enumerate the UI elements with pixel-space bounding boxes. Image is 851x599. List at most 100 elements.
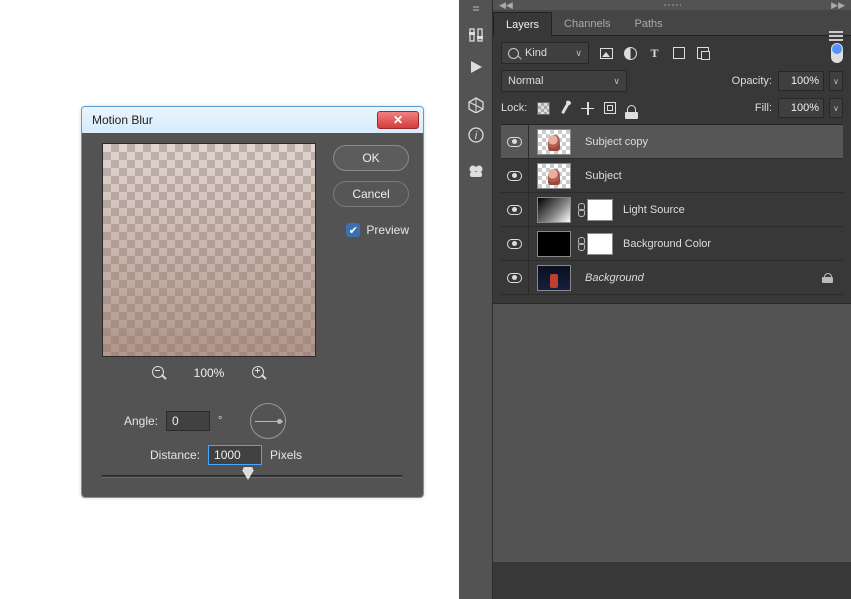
visibility-toggle[interactable] bbox=[501, 261, 529, 294]
panel-grip-bar[interactable]: ◀◀ ▶▶ bbox=[493, 0, 851, 10]
angle-input[interactable] bbox=[166, 411, 210, 431]
motion-blur-dialog: Motion Blur ✕ 100% OK Cancel ✔ Preview A… bbox=[81, 106, 424, 498]
panel-empty-area bbox=[493, 303, 851, 562]
info-panel-icon[interactable]: i bbox=[467, 126, 485, 144]
blend-mode-dropdown[interactable]: Normal ∨ bbox=[501, 70, 627, 92]
layer-name[interactable]: Subject copy bbox=[585, 136, 843, 148]
clone-source-panel-icon[interactable] bbox=[467, 162, 485, 180]
close-icon: ✕ bbox=[393, 113, 403, 127]
lock-transparency-icon[interactable] bbox=[535, 100, 552, 117]
dialog-body: 100% OK Cancel ✔ Preview Angle: ° Distan… bbox=[82, 133, 423, 497]
zoom-out-icon[interactable] bbox=[152, 366, 166, 380]
slider-thumb[interactable] bbox=[242, 470, 254, 480]
zoom-controls: 100% bbox=[102, 361, 316, 385]
fill-label: Fill: bbox=[755, 102, 772, 114]
angle-row: Angle: ° bbox=[124, 403, 286, 439]
collapsed-panel-strip: i bbox=[459, 0, 493, 599]
layer-row[interactable]: Background Color bbox=[501, 227, 843, 261]
blend-mode-value: Normal bbox=[508, 75, 543, 87]
link-icon[interactable] bbox=[577, 237, 585, 251]
layer-row[interactable]: Light Source bbox=[501, 193, 843, 227]
lock-artboard-icon[interactable] bbox=[601, 100, 618, 117]
visibility-toggle[interactable] bbox=[501, 227, 529, 260]
close-button[interactable]: ✕ bbox=[377, 111, 419, 129]
visibility-toggle[interactable] bbox=[501, 125, 529, 158]
lock-label: Lock: bbox=[501, 102, 527, 114]
mask-thumbnail[interactable] bbox=[587, 199, 613, 221]
panel-dock: i ◀◀ ▶▶ Layers Channels Paths Kind ∨ bbox=[459, 0, 851, 599]
eye-icon bbox=[507, 205, 522, 215]
filter-type-icons: T bbox=[599, 46, 710, 61]
preview-checkbox-row[interactable]: ✔ Preview bbox=[346, 223, 409, 237]
filter-shape-icon[interactable] bbox=[671, 46, 686, 61]
layer-name[interactable]: Background Color bbox=[623, 238, 843, 250]
filter-kind-label: Kind bbox=[525, 47, 547, 59]
opacity-input[interactable] bbox=[778, 71, 824, 91]
drag-grip-icon[interactable] bbox=[663, 3, 681, 7]
layer-thumbnail[interactable] bbox=[537, 265, 571, 291]
lock-pixels-icon[interactable] bbox=[557, 100, 574, 117]
actions-panel-icon[interactable] bbox=[467, 58, 485, 76]
lock-icons bbox=[535, 100, 640, 117]
chevron-down-icon: ∨ bbox=[575, 48, 582, 59]
eye-icon bbox=[507, 171, 522, 181]
filter-pixel-icon[interactable] bbox=[599, 46, 614, 61]
filter-adjustment-icon[interactable] bbox=[623, 46, 638, 61]
collapse-right-icon[interactable]: ▶▶ bbox=[831, 0, 845, 11]
layer-name[interactable]: Subject bbox=[585, 170, 843, 182]
blend-row: Normal ∨ Opacity: ∨ bbox=[501, 70, 843, 92]
chevron-down-icon: ∨ bbox=[613, 76, 620, 87]
opacity-scrubber-icon[interactable]: ∨ bbox=[829, 71, 843, 91]
fill-input[interactable] bbox=[778, 98, 824, 118]
opacity-label: Opacity: bbox=[732, 75, 772, 87]
angle-label: Angle: bbox=[124, 414, 158, 428]
zoom-level: 100% bbox=[194, 366, 225, 380]
filter-kind-dropdown[interactable]: Kind ∨ bbox=[501, 42, 589, 64]
visibility-toggle[interactable] bbox=[501, 159, 529, 192]
tab-layers[interactable]: Layers bbox=[493, 12, 552, 36]
distance-unit: Pixels bbox=[270, 448, 302, 462]
cancel-button[interactable]: Cancel bbox=[333, 181, 409, 207]
tab-channels[interactable]: Channels bbox=[552, 12, 622, 35]
layer-filter-row: Kind ∨ T bbox=[501, 42, 843, 64]
distance-label: Distance: bbox=[150, 448, 200, 462]
lock-position-icon[interactable] bbox=[579, 100, 596, 117]
dialog-titlebar[interactable]: Motion Blur ✕ bbox=[82, 107, 423, 133]
layer-thumbnail[interactable] bbox=[537, 197, 571, 223]
distance-input[interactable] bbox=[208, 445, 262, 465]
filter-toggle[interactable] bbox=[831, 43, 843, 63]
filter-type-icon[interactable]: T bbox=[647, 46, 662, 61]
3d-panel-icon[interactable] bbox=[467, 96, 485, 114]
eye-icon bbox=[507, 273, 522, 283]
preview-checkbox[interactable]: ✔ bbox=[346, 223, 360, 237]
preview-label: Preview bbox=[366, 223, 409, 237]
zoom-in-icon[interactable] bbox=[252, 366, 266, 380]
link-icon[interactable] bbox=[577, 203, 585, 217]
layer-row[interactable]: Subject copy bbox=[501, 125, 843, 159]
angle-dial[interactable] bbox=[250, 403, 286, 439]
panel-tabs: Layers Channels Paths bbox=[493, 10, 851, 36]
filter-smartobject-icon[interactable] bbox=[695, 46, 710, 61]
layers-panel: Kind ∨ T Normal ∨ Opacity: bbox=[493, 36, 851, 303]
adjustments-panel-icon[interactable] bbox=[467, 26, 485, 44]
visibility-toggle[interactable] bbox=[501, 193, 529, 226]
layer-thumbnail[interactable] bbox=[537, 163, 571, 189]
distance-slider[interactable] bbox=[102, 469, 402, 485]
lock-all-icon[interactable] bbox=[623, 100, 640, 117]
svg-text:i: i bbox=[475, 130, 478, 142]
eye-icon bbox=[507, 239, 522, 249]
layer-row[interactable]: Subject bbox=[501, 159, 843, 193]
blur-preview[interactable] bbox=[102, 143, 316, 357]
layer-name[interactable]: Light Source bbox=[623, 204, 843, 216]
layer-thumbnail[interactable] bbox=[537, 231, 571, 257]
layer-thumbnail[interactable] bbox=[537, 129, 571, 155]
layer-row[interactable]: Background bbox=[501, 261, 843, 295]
mask-thumbnail[interactable] bbox=[587, 233, 613, 255]
search-icon bbox=[508, 48, 519, 59]
collapse-left-icon[interactable]: ◀◀ bbox=[499, 0, 513, 11]
grip-icon[interactable] bbox=[473, 6, 479, 8]
fill-scrubber-icon[interactable]: ∨ bbox=[829, 98, 843, 118]
tab-paths[interactable]: Paths bbox=[623, 12, 675, 35]
ok-button[interactable]: OK bbox=[333, 145, 409, 171]
layer-name[interactable]: Background bbox=[585, 272, 823, 284]
